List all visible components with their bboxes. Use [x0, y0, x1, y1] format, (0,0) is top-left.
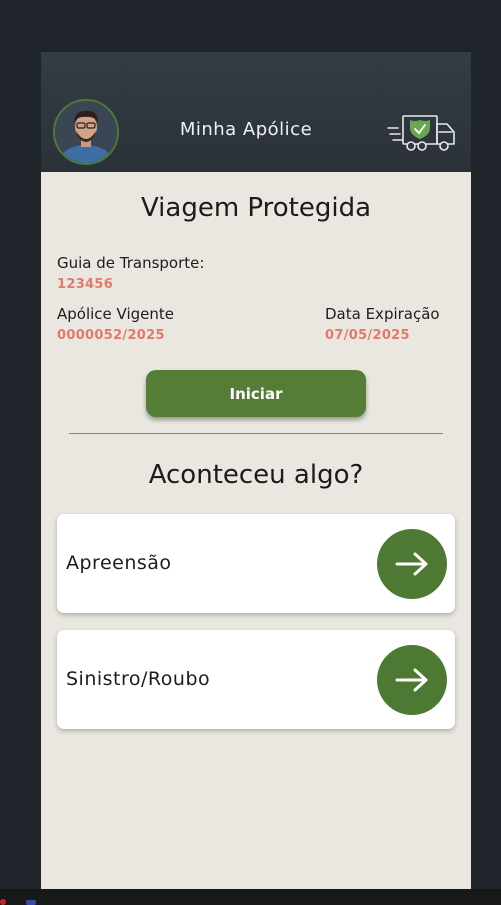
policy-number-label: Apólice Vigente [57, 305, 175, 323]
policy-number-value: 0000052/2025 [57, 328, 165, 343]
page-title: Minha Apólice [179, 119, 313, 140]
arrow-right-icon [395, 668, 428, 692]
transport-guide-label: Guia de Transporte: [57, 254, 205, 272]
arrow-right-button[interactable] [377, 645, 447, 715]
policy-title: Viagem Protegida [140, 193, 372, 223]
incidents-title: Aconteceu algo? [148, 460, 364, 490]
arrow-right-icon [395, 552, 428, 576]
taskbar-app-icon[interactable] [0, 899, 6, 905]
app-header: Minha Apólice [41, 52, 471, 172]
taskbar [0, 889, 501, 905]
avatar-image [55, 101, 117, 163]
delivery-truck-shield-icon [387, 115, 455, 151]
incident-label: Apreensão [66, 552, 172, 574]
expiration-date-label: Data Expiração [325, 305, 440, 323]
incident-label: Sinistro/Roubo [66, 668, 211, 690]
section-divider [69, 433, 443, 434]
start-button[interactable]: Iniciar [146, 370, 366, 417]
incident-card-apprehension[interactable]: Apreensão [57, 514, 455, 613]
app-screen: Minha Apólice Viagem Protegida Guia de T… [41, 52, 471, 889]
user-avatar[interactable] [53, 99, 119, 165]
expiration-date-value: 07/05/2025 [325, 328, 410, 343]
taskbar-app-icon[interactable] [26, 900, 36, 905]
incident-card-theft[interactable]: Sinistro/Roubo [57, 630, 455, 729]
transport-guide-value: 123456 [57, 277, 114, 292]
arrow-right-button[interactable] [377, 529, 447, 599]
